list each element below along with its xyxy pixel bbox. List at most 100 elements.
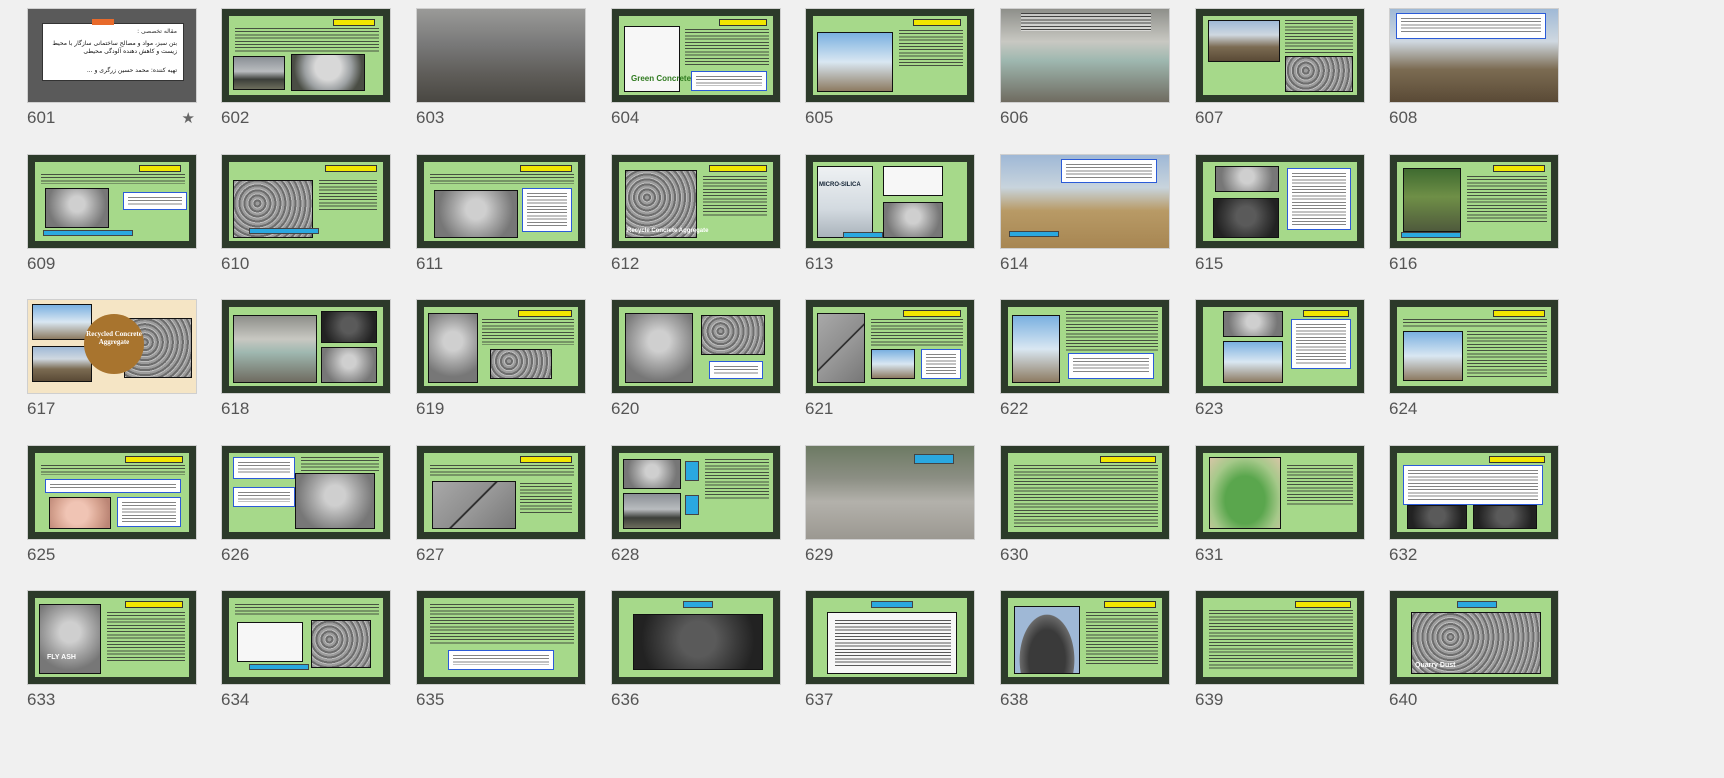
slide-thumbnail-635[interactable]: 635: [416, 590, 586, 715]
slide-thumbnail-631[interactable]: 631: [1195, 445, 1365, 570]
slide-thumbnail-601[interactable]: بتن سبز، مواد و مصالح ساختمانی سازگار با…: [27, 8, 197, 133]
slide-content-area: [229, 453, 383, 532]
slide-text-block: [1014, 465, 1158, 529]
slide-preview: [1000, 8, 1170, 103]
slide-photo: [817, 313, 865, 383]
slide-content-area: [229, 16, 383, 95]
slide-photo: [625, 313, 693, 383]
slide-preview: [1389, 154, 1559, 249]
slide-thumbnail-636[interactable]: 636: [611, 590, 781, 715]
slide-caption: [1009, 231, 1059, 237]
slide-content-area: FLY ASH: [35, 598, 189, 677]
slide-thumbnail-604[interactable]: Green Concrete 604: [611, 8, 781, 133]
slide-text-block: [1403, 319, 1547, 327]
slide-thumbnail-640[interactable]: Quarry Dust 640: [1389, 590, 1559, 715]
slide-text-block: [899, 30, 963, 66]
slide-thumbnail-622[interactable]: 622: [1000, 299, 1170, 424]
slide-preview: [1000, 590, 1170, 685]
slide-photo: [1014, 606, 1080, 674]
animation-star-icon[interactable]: ★: [182, 109, 195, 127]
slide-thumbnail-609[interactable]: 609: [27, 154, 197, 279]
slide-number: 625: [27, 545, 56, 564]
title-slide-frame: بتن سبز، مواد و مصالح ساختمانی سازگار با…: [42, 23, 184, 81]
slide-number: 611: [416, 254, 444, 273]
slide-thumbnail-603[interactable]: 603: [416, 8, 586, 133]
slide-photo: [883, 202, 943, 238]
slide-title-bar: [1303, 310, 1349, 317]
slide-number: 604: [611, 108, 640, 127]
slide-photo: [1403, 168, 1461, 232]
slide-content-area: [813, 16, 967, 95]
slide-thumbnail-628[interactable]: 628: [611, 445, 781, 570]
slide-text-block: [1285, 20, 1353, 54]
slide-thumbnail-614[interactable]: 614: [1000, 154, 1170, 279]
slide-text-box: [233, 487, 295, 507]
slide-content-area: [1203, 453, 1357, 532]
slide-caption: [249, 228, 319, 234]
slide-thumbnail-632[interactable]: 632: [1389, 445, 1559, 570]
slide-thumbnail-626[interactable]: 626: [221, 445, 391, 570]
slide-thumbnail-605[interactable]: 605: [805, 8, 975, 133]
slide-thumbnail-624[interactable]: 624: [1389, 299, 1559, 424]
slide-content-area: [1008, 453, 1162, 532]
slide-thumbnail-608[interactable]: 608: [1389, 8, 1559, 133]
slide-text-block: [1066, 311, 1158, 351]
slide-thumbnail-610[interactable]: 610: [221, 154, 391, 279]
slide-number: 629: [805, 545, 834, 564]
slide-number: 608: [1389, 108, 1418, 127]
slide-thumbnail-618[interactable]: 618: [221, 299, 391, 424]
slide-preview: [416, 8, 586, 103]
slide-thumbnail-637[interactable]: 637: [805, 590, 975, 715]
slide-preview: [1195, 590, 1365, 685]
slide-content-area: [229, 598, 383, 677]
slide-thumbnail-616[interactable]: 616: [1389, 154, 1559, 279]
slide-image-text: Quarry Dust: [1415, 662, 1456, 669]
slide-thumbnail-639[interactable]: 639: [1195, 590, 1365, 715]
slide-content-area: Quarry Dust: [1397, 598, 1551, 677]
slide-thumbnail-607[interactable]: 607: [1195, 8, 1365, 133]
slide-thumbnail-613[interactable]: MICRO-SILICA 613: [805, 154, 975, 279]
slide-thumbnail-602[interactable]: 602: [221, 8, 391, 133]
slide-thumbnail-619[interactable]: 619: [416, 299, 586, 424]
slide-thumbnail-612[interactable]: Recycle Concrete Aggregate 612: [611, 154, 781, 279]
slide-photo: [1403, 331, 1463, 381]
slide-thumbnail-629[interactable]: 629: [805, 445, 975, 570]
slide-thumbnail-625[interactable]: 625: [27, 445, 197, 570]
slide-number: 622: [1000, 399, 1029, 418]
slide-thumbnail-627[interactable]: 627: [416, 445, 586, 570]
slide-number: 605: [805, 108, 834, 127]
slide-text-block: [1021, 13, 1151, 31]
slide-text-box: [123, 192, 187, 210]
slide-number: 614: [1000, 254, 1029, 273]
slide-text-block: [319, 180, 377, 210]
slide-preview: [416, 154, 586, 249]
slide-thumbnail-621[interactable]: 621: [805, 299, 975, 424]
slide-caption: [914, 454, 954, 464]
slide-caption: [249, 664, 309, 670]
slide-thumbnail-620[interactable]: 620: [611, 299, 781, 424]
slide-number: 620: [611, 399, 640, 418]
slide-text-block: [430, 604, 574, 644]
slide-content-area: [1397, 162, 1551, 241]
slide-number: 633: [27, 690, 56, 709]
slide-content-area: [1203, 598, 1357, 677]
slide-thumbnail-634[interactable]: 634: [221, 590, 391, 715]
slide-photo: [32, 346, 92, 382]
slide-preview: MICRO-SILICA: [805, 154, 975, 249]
slide-thumbnail-633[interactable]: FLY ASH 633: [27, 590, 197, 715]
title-slide-subtitle: بتن سبز، مواد و مصالح ساختمانی سازگار با…: [52, 40, 177, 55]
slide-text-block: [430, 174, 574, 184]
slide-thumbnail-606[interactable]: 606: [1000, 8, 1170, 133]
slide-photo: [1285, 56, 1353, 92]
slide-thumbnail-617[interactable]: Recycled Concrete Aggregate 617: [27, 299, 197, 424]
slide-thumbnail-615[interactable]: 615: [1195, 154, 1365, 279]
slide-thumbnail-630[interactable]: 630: [1000, 445, 1170, 570]
slide-thumbnail-623[interactable]: 623: [1195, 299, 1365, 424]
slide-thumbnail-611[interactable]: 611: [416, 154, 586, 279]
slide-caption: [843, 232, 883, 238]
slide-preview: [1389, 299, 1559, 394]
slide-thumbnail-638[interactable]: 638: [1000, 590, 1170, 715]
slide-photo: [39, 604, 101, 674]
slide-text-block: [235, 604, 379, 616]
slide-image-text: Green Concrete: [631, 74, 692, 83]
